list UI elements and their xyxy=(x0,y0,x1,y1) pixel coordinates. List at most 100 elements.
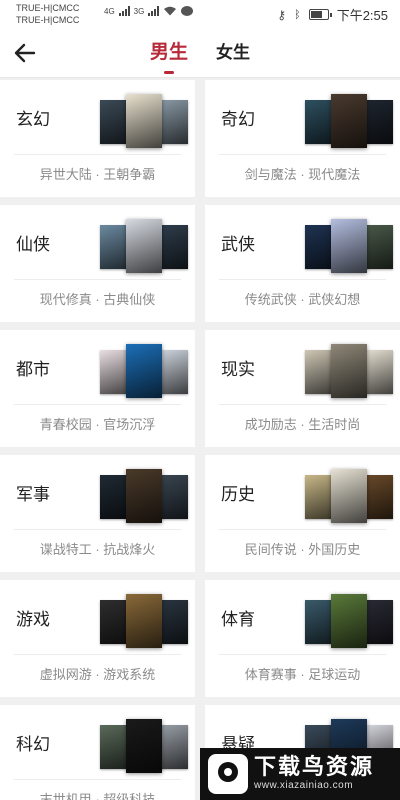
tab-female[interactable]: 女生 xyxy=(216,28,250,78)
card-divider xyxy=(14,654,181,655)
category-subtags: 虚拟网游 · 游戏系统 xyxy=(39,667,156,682)
category-name: 现实 xyxy=(221,360,255,379)
category-name: 游戏 xyxy=(16,610,50,629)
book-covers xyxy=(305,594,393,650)
card-divider xyxy=(219,279,386,280)
card-divider xyxy=(14,279,181,280)
book-cover xyxy=(158,350,188,394)
category-subtags: 青春校园 · 官场沉浮 xyxy=(39,417,156,432)
active-tab-indicator xyxy=(163,71,174,74)
category-subtags: 谍战特工 · 抗战烽火 xyxy=(39,542,156,557)
card-divider xyxy=(219,404,386,405)
network-2-label: 3G xyxy=(133,6,145,16)
gender-tabs: 男生 女生 xyxy=(0,28,400,78)
category-subtags: 成功励志 · 生活时尚 xyxy=(244,417,361,432)
top-nav-header: 男生 女生 xyxy=(0,28,400,78)
category-grid: 玄幻 异世大陆 · 王朝争霸 奇幻 剑与魔法 · 现代魔法 仙侠 现代修真 · … xyxy=(0,80,400,800)
status-right: ⚷ ᛒ 下午2:55 xyxy=(277,5,388,24)
category-card-3[interactable]: 仙侠 现代修真 · 古典仙侠 xyxy=(0,205,195,322)
book-cover xyxy=(158,225,188,269)
book-cover xyxy=(363,100,393,144)
book-cover xyxy=(331,594,367,648)
category-name: 体育 xyxy=(221,610,255,629)
category-card-10[interactable]: 体育 体育赛事 · 足球运动 xyxy=(205,580,400,697)
category-card-6[interactable]: 现实 成功励志 · 生活时尚 xyxy=(205,330,400,447)
book-cover xyxy=(158,100,188,144)
wifi-icon xyxy=(164,6,177,16)
category-card-4[interactable]: 武侠 传统武侠 · 武侠幻想 xyxy=(205,205,400,322)
book-cover xyxy=(126,469,162,523)
category-name: 历史 xyxy=(221,485,255,504)
book-cover xyxy=(331,219,367,273)
watermark-title: 下载鸟资源 xyxy=(254,754,375,779)
carrier-2-label: TRUE-H|CMCC xyxy=(16,15,80,25)
book-covers xyxy=(100,219,188,275)
carrier-info: TRUE-H|CMCC TRUE-H|CMCC xyxy=(16,2,79,26)
category-name: 奇幻 xyxy=(221,110,255,129)
tab-male-label: 男生 xyxy=(149,42,188,63)
book-cover xyxy=(363,600,393,644)
category-subtags: 异世大陆 · 王朝争霸 xyxy=(39,167,156,182)
status-bar: TRUE-H|CMCC TRUE-H|CMCC 4G 3G ⚷ ᛒ 下午2:55 xyxy=(0,0,400,28)
network-indicators: 4G 3G xyxy=(104,6,194,16)
bird-logo-icon xyxy=(208,754,248,794)
book-cover xyxy=(126,344,162,398)
card-divider xyxy=(14,779,181,780)
book-cover xyxy=(126,719,162,773)
battery-level xyxy=(310,11,322,18)
category-subtags: 现代修真 · 古典仙侠 xyxy=(39,292,156,307)
category-card-7[interactable]: 军事 谍战特工 · 抗战烽火 xyxy=(0,455,195,572)
carrier-1-label: TRUE-H|CMCC xyxy=(16,3,80,13)
card-divider xyxy=(219,529,386,530)
book-covers xyxy=(305,344,393,400)
book-cover xyxy=(158,725,188,769)
category-name: 科幻 xyxy=(16,735,50,754)
site-watermark: 下载鸟资源 www.xiazainiao.com xyxy=(200,748,400,800)
book-covers xyxy=(100,94,188,150)
tab-female-label: 女生 xyxy=(216,43,250,62)
signal-3g-icon xyxy=(148,6,160,16)
category-card-5[interactable]: 都市 青春校园 · 官场沉浮 xyxy=(0,330,195,447)
book-cover xyxy=(363,475,393,519)
category-name: 武侠 xyxy=(221,235,255,254)
book-cover xyxy=(126,219,162,273)
category-name: 都市 xyxy=(16,360,50,379)
category-subtags: 剑与魔法 · 现代魔法 xyxy=(244,167,361,182)
book-cover xyxy=(331,94,367,148)
watermark-url: www.xiazainiao.com xyxy=(254,780,354,791)
category-name: 玄幻 xyxy=(16,110,50,129)
book-cover xyxy=(158,475,188,519)
tab-male[interactable]: 男生 xyxy=(150,28,188,78)
signal-4g-icon xyxy=(118,6,130,16)
book-covers xyxy=(305,469,393,525)
book-covers xyxy=(100,469,188,525)
category-card-8[interactable]: 历史 民间传说 · 外国历史 xyxy=(205,455,400,572)
battery-icon xyxy=(308,9,332,20)
book-cover xyxy=(363,350,393,394)
card-divider xyxy=(14,154,181,155)
key-icon: ⚷ xyxy=(277,7,287,22)
book-covers xyxy=(305,219,393,275)
card-divider xyxy=(14,404,181,405)
book-covers xyxy=(305,94,393,150)
book-cover xyxy=(331,469,367,523)
category-subtags: 传统武侠 · 武侠幻想 xyxy=(244,292,361,307)
category-subtags: 末世机甲 · 超级科技 xyxy=(39,792,156,800)
book-cover xyxy=(126,594,162,648)
category-card-9[interactable]: 游戏 虚拟网游 · 游戏系统 xyxy=(0,580,195,697)
book-cover xyxy=(158,600,188,644)
bluetooth-icon: ᛒ xyxy=(294,8,301,21)
network-1-label: 4G xyxy=(104,6,115,16)
book-cover xyxy=(126,94,162,148)
card-divider xyxy=(14,529,181,530)
category-subtags: 民间传说 · 外国历史 xyxy=(244,542,361,557)
category-card-11[interactable]: 科幻 末世机甲 · 超级科技 xyxy=(0,705,195,800)
category-card-2[interactable]: 奇幻 剑与魔法 · 现代魔法 xyxy=(205,80,400,197)
book-cover xyxy=(331,344,367,398)
category-name: 仙侠 xyxy=(16,235,50,254)
book-covers xyxy=(100,344,188,400)
book-cover xyxy=(363,225,393,269)
card-divider xyxy=(219,154,386,155)
category-card-1[interactable]: 玄幻 异世大陆 · 王朝争霸 xyxy=(0,80,195,197)
book-covers xyxy=(100,594,188,650)
